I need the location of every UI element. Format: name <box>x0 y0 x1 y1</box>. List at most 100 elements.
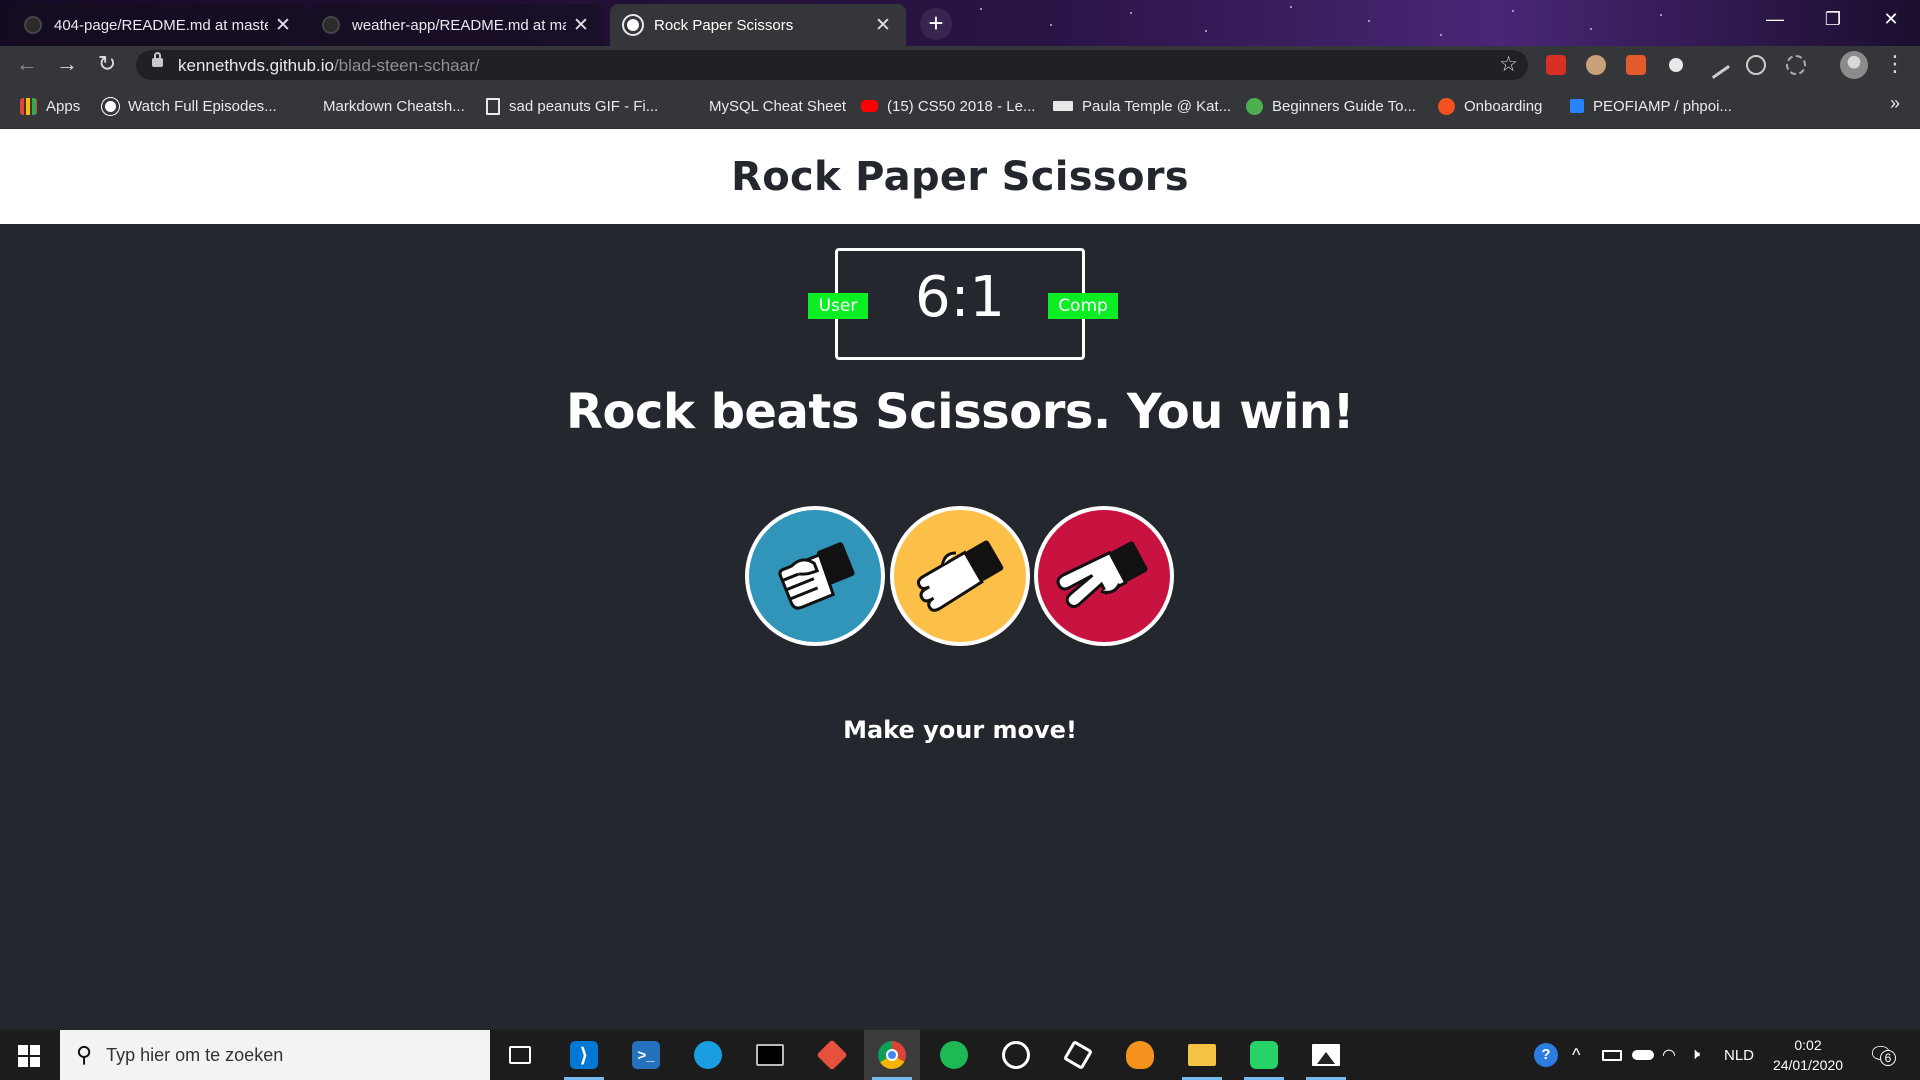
extension-target-icon[interactable] <box>1786 55 1806 75</box>
score-board: User 6:1 Comp <box>808 248 1118 360</box>
result-message: Rock beats Scissors. You win! <box>566 384 1354 440</box>
action-center-button[interactable]: 🗨 6 <box>1868 1042 1896 1067</box>
scissors-hand-icon <box>1056 541 1148 608</box>
bookmark-beginners-guide[interactable]: Beginners Guide To... <box>1246 94 1416 118</box>
tab-404-page[interactable]: 404-page/README.md at master ✕ <box>10 4 306 46</box>
bookmarks-bar: Apps Watch Full Episodes... Markdown Che… <box>0 83 1920 129</box>
tab-title: weather-app/README.md at master <box>352 16 566 34</box>
search-icon: ⚲ <box>76 1042 93 1067</box>
git-icon <box>816 1039 848 1071</box>
taskbar-whatsapp[interactable] <box>1236 1030 1292 1080</box>
volume-icon[interactable]: 🕨 <box>1690 1030 1700 1080</box>
paper-hand-icon <box>916 540 1004 612</box>
taskbar-gitkraken[interactable] <box>804 1030 860 1080</box>
close-window-button[interactable]: ✕ <box>1862 0 1920 38</box>
bookmark-apps[interactable]: Apps <box>20 94 80 118</box>
youtube-icon <box>861 100 878 112</box>
paper-button[interactable] <box>890 506 1030 646</box>
taskbar-file-explorer[interactable] <box>1174 1030 1230 1080</box>
taskbar-spotify[interactable] <box>926 1030 982 1080</box>
powershell-icon: >_ <box>632 1041 660 1069</box>
extension-react-icon[interactable] <box>1746 55 1766 75</box>
taskbar-vscode[interactable]: ⟩ <box>556 1030 612 1080</box>
close-icon[interactable]: ✕ <box>874 14 892 37</box>
taskbar-app-circle[interactable] <box>988 1030 1044 1080</box>
taskbar-search-box[interactable]: ⚲ Typ hier om te zoeken <box>60 1030 490 1080</box>
bookmark-peofiamp[interactable]: PEOFIAMP / phpoi... <box>1570 94 1732 118</box>
github-icon <box>24 16 42 34</box>
bookmark-paula-temple[interactable]: Paula Temple @ Kat... <box>1053 94 1231 118</box>
battery-icon[interactable] <box>1602 1030 1622 1080</box>
scissors-button[interactable] <box>1034 506 1174 646</box>
bookmark-sad-peanuts-gif[interactable]: sad peanuts GIF - Fi... <box>486 94 658 118</box>
search-placeholder: Typ hier om te zoeken <box>106 1044 284 1065</box>
bookmark-onboarding[interactable]: Onboarding <box>1438 94 1542 118</box>
bitbucket-icon <box>1570 99 1584 113</box>
move-prompt: Make your move! <box>843 716 1077 744</box>
extension-shield-icon[interactable] <box>1546 55 1566 75</box>
taskbar-terminal[interactable] <box>742 1030 798 1080</box>
task-view-icon <box>509 1046 531 1064</box>
photos-icon <box>1312 1044 1340 1066</box>
terminal-icon <box>756 1044 784 1066</box>
taskbar-chrome[interactable] <box>864 1030 920 1080</box>
extension-lighthouse-icon[interactable] <box>1626 55 1646 75</box>
bookmark-watch-full-episodes[interactable]: Watch Full Episodes... <box>102 94 277 118</box>
taskbar-powershell[interactable]: >_ <box>618 1030 674 1080</box>
windows-start-button[interactable] <box>18 1045 40 1067</box>
tab-weather-app[interactable]: weather-app/README.md at master ✕ <box>308 4 604 46</box>
bookmark-markdown-cheatsheet[interactable]: Markdown Cheatsh... <box>297 94 465 118</box>
onedrive-icon[interactable] <box>1632 1030 1654 1080</box>
url-path: /blad-steen-schaar/ <box>333 56 480 75</box>
close-icon[interactable]: ✕ <box>274 14 292 37</box>
show-hidden-icons-button[interactable]: ^ <box>1572 1030 1580 1080</box>
taskbar-photos[interactable] <box>1298 1030 1354 1080</box>
browser-toolbar: ← → ↻ kennethvds.github.io/blad-steen-sc… <box>0 46 1920 83</box>
help-tray-icon[interactable]: ? <box>1534 1030 1558 1080</box>
extension-cookie-icon[interactable] <box>1586 55 1606 75</box>
vscode-icon: ⟩ <box>570 1041 598 1069</box>
bookmark-label: MySQL Cheat Sheet <box>709 97 847 115</box>
gear-badge-icon <box>1246 97 1263 115</box>
clock-date: 24/01/2020 <box>1772 1057 1844 1073</box>
taskbar-unity[interactable] <box>1050 1030 1106 1080</box>
restore-button[interactable]: ❐ <box>1804 0 1862 38</box>
menu-icon[interactable]: ⋮ <box>1884 51 1906 77</box>
tab-rock-paper-scissors[interactable]: Rock Paper Scissors ✕ <box>610 4 906 46</box>
rock-button[interactable] <box>745 506 885 646</box>
background-star <box>1590 28 1592 30</box>
taskbar-clock[interactable]: 0:02 24/01/2020 <box>1768 1035 1848 1075</box>
taskbar-edge[interactable] <box>680 1030 736 1080</box>
extension-pen-icon[interactable] <box>1702 51 1730 79</box>
task-view-button[interactable] <box>492 1030 548 1080</box>
fl-studio-icon <box>1126 1041 1154 1069</box>
wifi-icon[interactable]: ◠ <box>1662 1030 1676 1080</box>
language-indicator[interactable]: NLD <box>1724 1030 1754 1080</box>
blank-icon <box>683 98 700 115</box>
forward-button[interactable]: → <box>52 50 82 80</box>
background-star <box>1660 14 1662 16</box>
bookmark-label: Apps <box>46 97 81 115</box>
background-star <box>1050 24 1052 26</box>
bookmark-mysql-cheat-sheet[interactable]: MySQL Cheat Sheet <box>683 94 846 118</box>
tab-title: 404-page/README.md at master <box>54 16 268 34</box>
document-icon <box>486 97 500 115</box>
new-tab-button[interactable]: + <box>920 8 952 40</box>
profile-avatar[interactable] <box>1840 51 1868 79</box>
close-icon[interactable]: ✕ <box>572 14 590 37</box>
background-star <box>1440 34 1442 36</box>
reload-button[interactable]: ↻ <box>92 50 122 80</box>
back-button[interactable]: ← <box>12 50 42 80</box>
url-host: kennethvds.github.io <box>178 56 334 75</box>
bookmark-star-icon[interactable]: ☆ <box>1499 52 1518 77</box>
globe-icon <box>624 16 642 34</box>
taskbar-fl-studio[interactable] <box>1112 1030 1168 1080</box>
bookmark-label: PEOFIAMP / phpoi... <box>1593 97 1732 115</box>
address-bar[interactable]: kennethvds.github.io/blad-steen-schaar/ … <box>136 50 1528 80</box>
comp-badge: Comp <box>1048 293 1118 319</box>
blank-icon <box>297 98 314 115</box>
bookmarks-more-button[interactable]: » <box>1890 93 1900 114</box>
minimize-button[interactable]: — <box>1746 0 1804 38</box>
bookmark-cs50[interactable]: (15) CS50 2018 - Le... <box>861 94 1035 118</box>
extension-circle-icon[interactable] <box>1666 55 1686 75</box>
